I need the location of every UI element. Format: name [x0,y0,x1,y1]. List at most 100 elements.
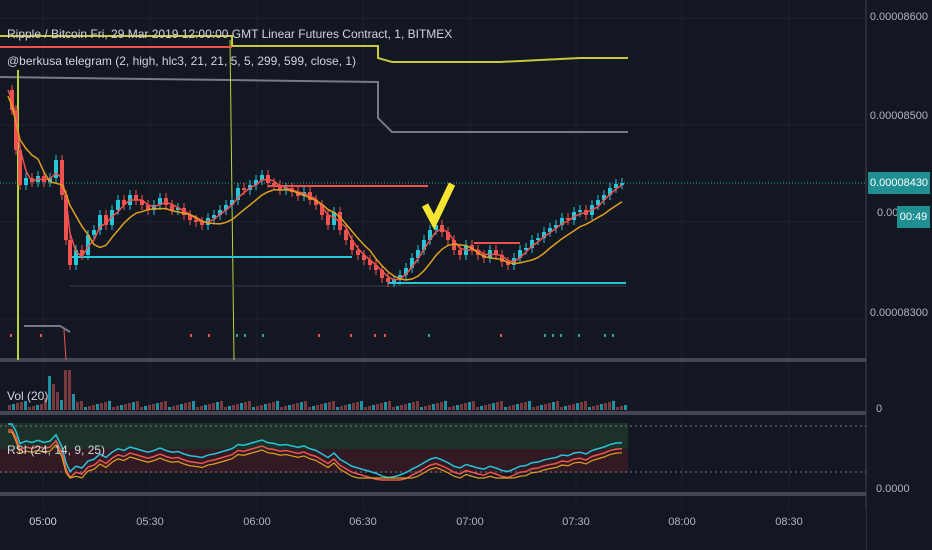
volume-bar [464,403,467,410]
time-axis [0,510,866,550]
volume-bar [376,404,379,410]
volume-bar [288,405,291,410]
signal-marker [190,334,192,337]
volume-bar [408,403,411,410]
volume-bar [348,404,351,410]
volume-bar [196,407,199,410]
volume-bar [552,402,555,410]
signal-marker [560,334,562,337]
volume-bar [80,401,83,410]
volume-bar [428,405,431,410]
volume-bar [128,403,131,410]
lower-band-line [24,325,71,333]
volume-bar [120,405,123,410]
volume-bar [116,406,119,410]
rsi-label[interactable]: RSI (24, 14, 9, 25) [7,443,105,457]
volume-bar [48,376,51,410]
volume-bar [104,402,107,410]
indicator-label[interactable]: @berkusa telegram (2, high, hlc3, 21, 21… [7,54,356,68]
volume-bar [180,404,183,410]
volume-bar [340,406,343,410]
volume-bar [220,401,223,410]
volume-bar [372,405,375,410]
volume-bar [36,405,39,410]
volume-bar [576,403,579,410]
candle-body [620,183,624,185]
volume-bar [344,405,347,410]
volume-bar [384,402,387,410]
volume-bar [512,405,515,410]
volume-bar [504,407,507,410]
time-label-0500: 05:00 [29,516,57,528]
candle-body [536,238,540,240]
volume-bar [368,406,371,410]
volume-bar [272,402,275,410]
volume-bar [240,403,243,410]
volume-bar [16,403,19,410]
candle-body [116,200,120,210]
volume-bar [308,407,311,410]
volume-bar [564,406,567,410]
signal-marker [384,334,386,337]
volume-bar [176,405,179,410]
volume-bar [456,405,459,410]
time-label-0830: 08:30 [775,516,803,528]
volume-bar [228,406,231,410]
volume-bar [260,405,263,410]
volume-bar [324,403,327,410]
candle-body [326,215,330,225]
chart-canvas[interactable] [0,0,932,550]
signal-marker [500,334,502,337]
candle-body [242,188,246,190]
volume-bar [300,402,303,410]
volume-bar [12,404,15,410]
volume-bar [584,401,587,410]
volume-bar [136,401,139,410]
checkmark-annotation [421,182,456,230]
signal-marker [578,334,580,337]
volume-bar [256,406,259,410]
volume-bar [360,401,363,410]
volume-bar [140,407,143,410]
volume-bar [608,402,611,410]
red-indicator-line [63,329,67,361]
volume-bar [332,401,335,410]
volume-bar [492,403,495,410]
time-label-0730: 07:30 [562,516,590,528]
volume-bar [508,406,511,410]
volume-bar [168,407,171,410]
volume-bar [472,401,475,410]
volume-bar [364,407,367,410]
volume-bar [396,406,399,410]
volume-bar [488,404,491,410]
signal-marker [10,334,12,337]
volume-bar [520,403,523,410]
signal-marker [318,334,320,337]
volume-bar [252,407,255,410]
orange-moving-average [7,95,623,281]
volume-bar [204,405,207,410]
volume-bar [152,404,155,410]
time-label-0700: 07:00 [456,516,484,528]
signal-marker [604,334,606,337]
price-label-8300: 0.00008300 [869,307,928,319]
volume-bar [592,406,595,410]
signal-marker [208,334,210,337]
countdown-badge: 00:49 [897,206,930,228]
volume-bar [604,403,607,410]
volume-bar [216,402,219,410]
time-label-0630: 06:30 [349,516,377,528]
volume-bar [356,402,359,410]
volume-bar [72,394,75,410]
gray-band-line [0,76,628,133]
volume-bar [280,407,283,410]
volume-bar [484,405,487,410]
volume-bar [268,403,271,410]
volume-bar [452,406,455,410]
signal-marker [244,334,246,337]
volume-label[interactable]: Vol (20) [7,389,48,403]
volume-bar [420,407,423,410]
volume-bar [468,402,471,410]
signal-marker [544,334,546,337]
volume-bar [532,407,535,410]
